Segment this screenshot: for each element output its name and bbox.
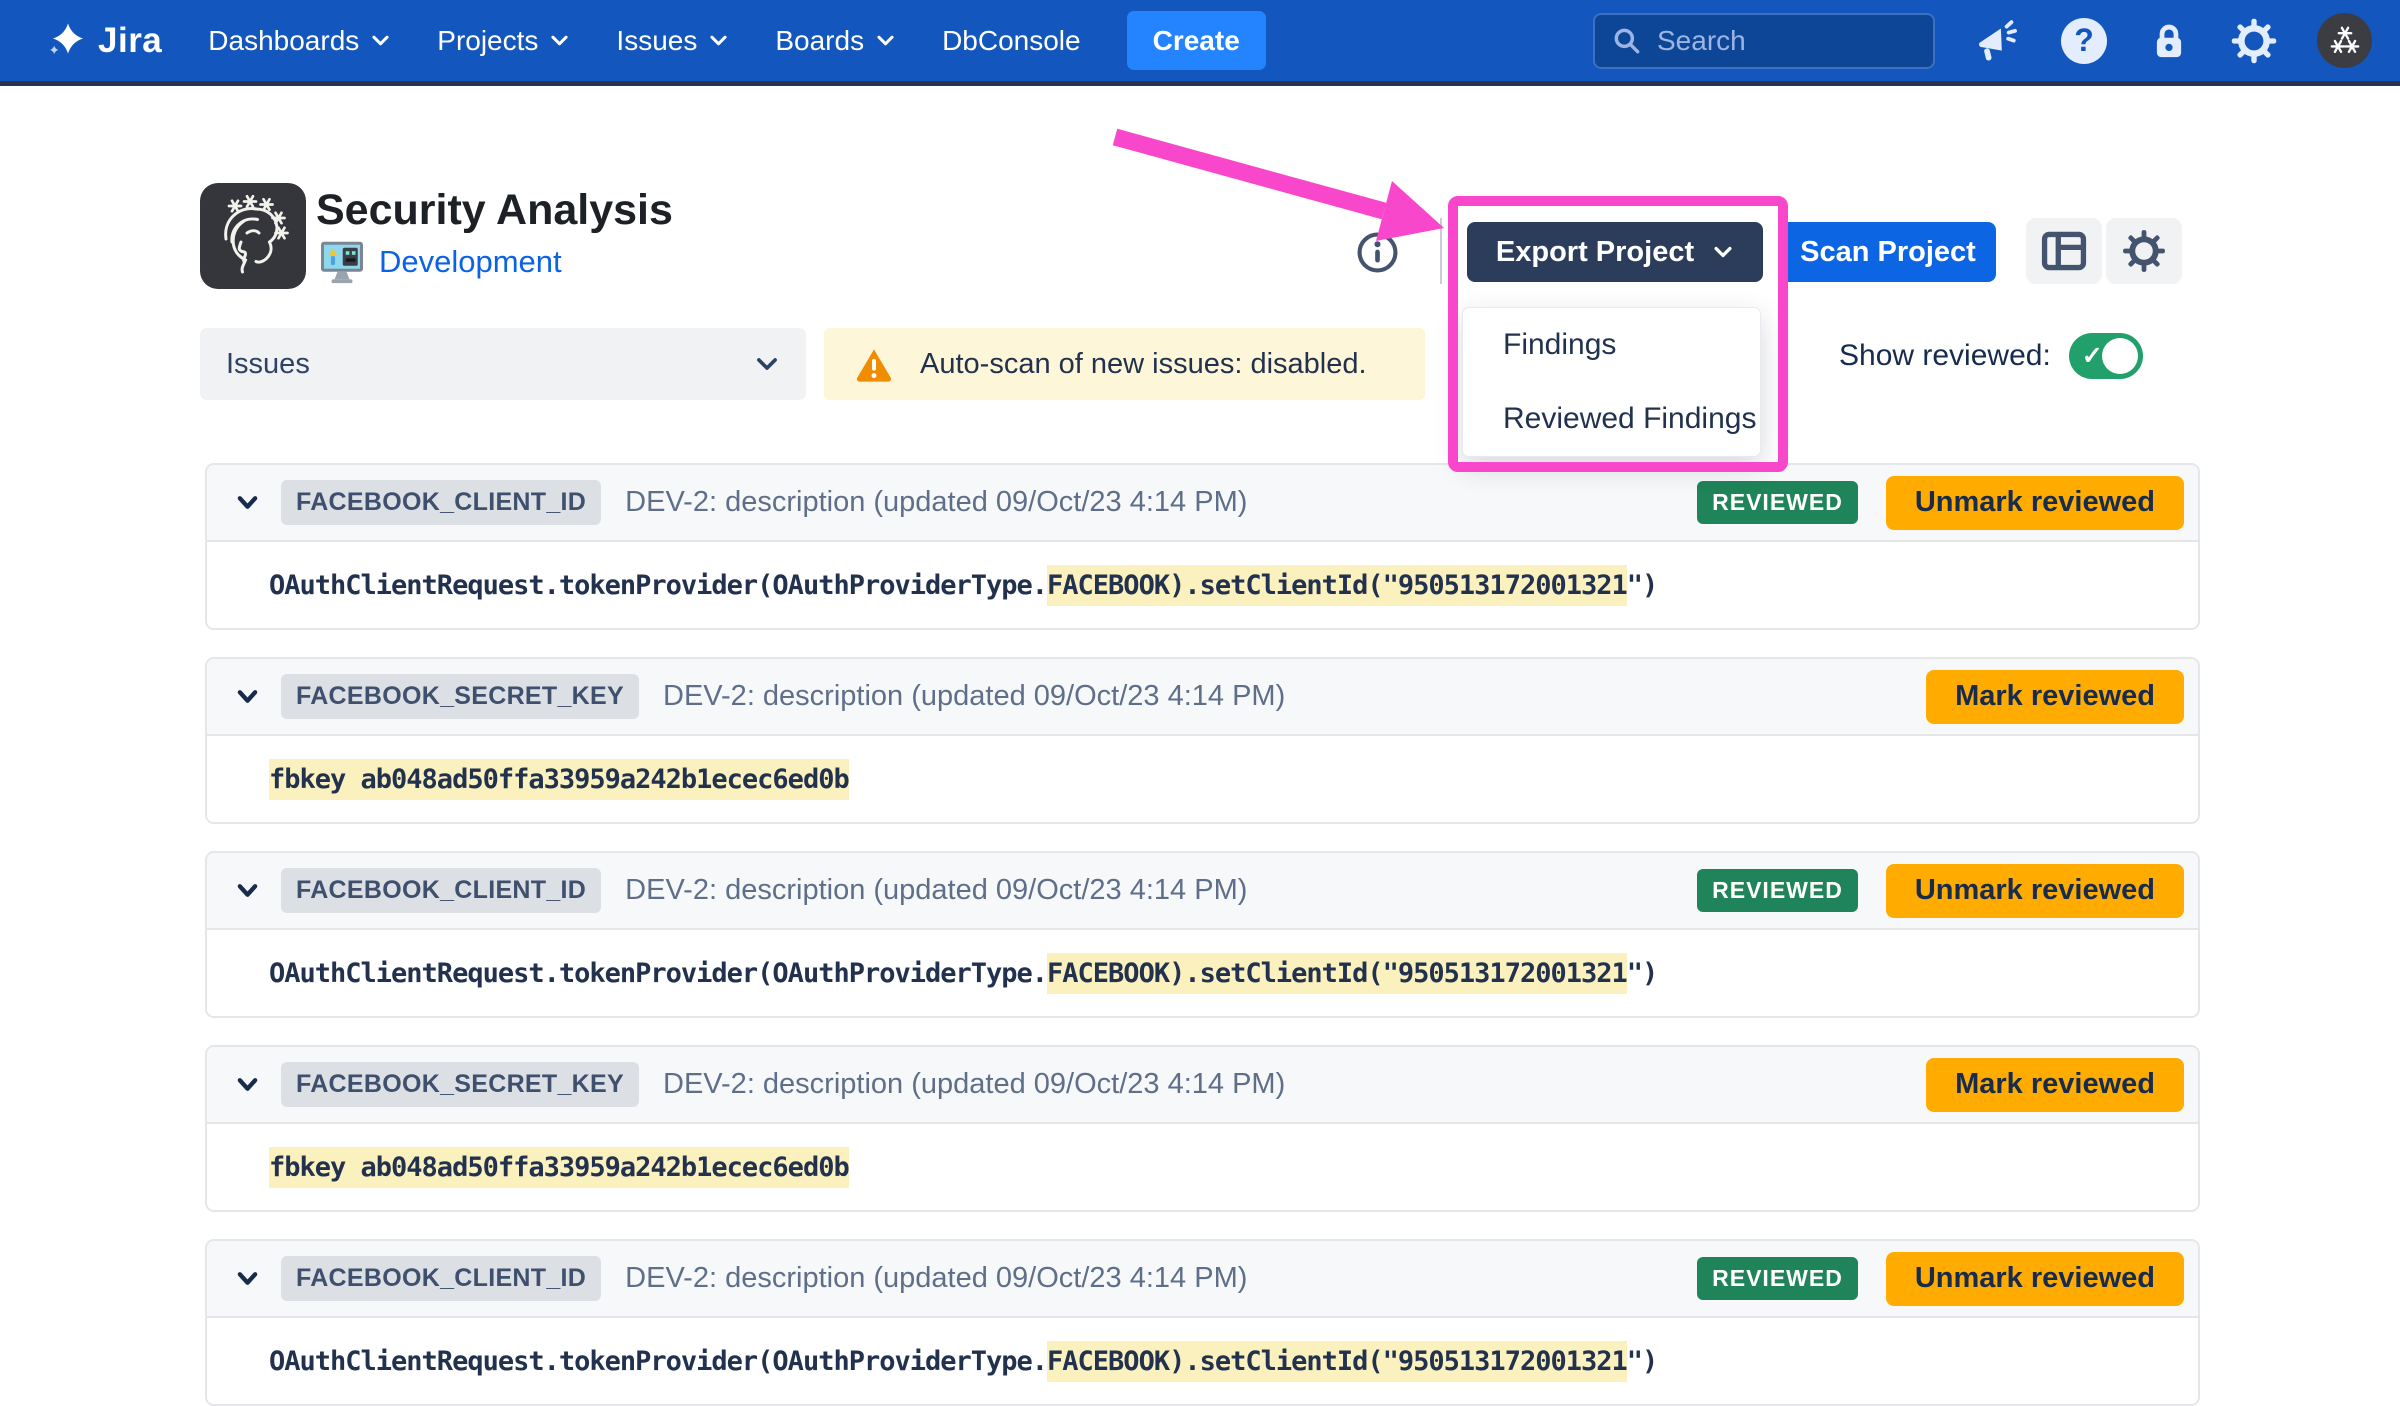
show-reviewed-label: Show reviewed: — [1839, 339, 2051, 373]
secret-highlight: fbkey ab048ad50ffa33959a242b1ecec6ed0b — [269, 1147, 849, 1188]
main-content: Security Analysis Development Export Pro… — [0, 0, 2400, 1400]
nav-issues[interactable]: Issues — [616, 25, 729, 57]
finding-body: fbkey ab048ad50ffa33959a242b1ecec6ed0b — [207, 736, 2198, 822]
unmark-reviewed-button[interactable]: Unmark reviewed — [1886, 476, 2184, 530]
chevron-down-icon[interactable] — [234, 1071, 261, 1098]
menu-item-findings[interactable]: Findings — [1463, 308, 1760, 382]
finding-header[interactable]: FACEBOOK_CLIENT_ID DEV-2: description (u… — [207, 465, 2198, 542]
menu-item-reviewed-findings[interactable]: Reviewed Findings — [1463, 382, 1760, 456]
search-icon — [1611, 25, 1643, 57]
unmark-reviewed-button[interactable]: Unmark reviewed — [1886, 864, 2184, 918]
toggle-knob — [2102, 338, 2138, 374]
finding-description: DEV-2: description (updated 09/Oct/23 4:… — [625, 874, 1677, 907]
chevron-down-icon[interactable] — [234, 683, 261, 710]
finding-body: fbkey ab048ad50ffa33959a242b1ecec6ed0b — [207, 1124, 2198, 1210]
finding-card: FACEBOOK_CLIENT_ID DEV-2: description (u… — [205, 851, 2200, 1018]
finding-description: DEV-2: description (updated 09/Oct/23 4:… — [625, 486, 1677, 519]
finding-code: OAuthClientRequest.tokenProvider(OAuthPr… — [269, 570, 1657, 601]
brand-text: Jira — [98, 21, 162, 61]
gear-icon[interactable] — [2231, 18, 2277, 64]
finding-description: DEV-2: description (updated 09/Oct/23 4:… — [663, 680, 1906, 713]
issues-filter-dropdown[interactable]: Issues — [200, 328, 806, 400]
finding-code: fbkey ab048ad50ffa33959a242b1ecec6ed0b — [269, 764, 849, 795]
show-reviewed-toggle[interactable]: ✓ — [2069, 333, 2143, 379]
finding-header[interactable]: FACEBOOK_CLIENT_ID DEV-2: description (u… — [207, 1241, 2198, 1318]
mark-reviewed-button[interactable]: Mark reviewed — [1926, 670, 2184, 724]
finding-type-tag: FACEBOOK_CLIENT_ID — [281, 868, 601, 913]
chevron-down-icon — [708, 30, 729, 51]
page-title: Security Analysis — [316, 186, 673, 235]
help-icon[interactable]: ? — [2061, 18, 2107, 64]
top-navigation: Jira Dashboards Projects Issues Boards D… — [0, 0, 2400, 86]
info-icon[interactable] — [1356, 231, 1399, 279]
chevron-down-icon[interactable] — [234, 489, 261, 516]
finding-code: OAuthClientRequest.tokenProvider(OAuthPr… — [269, 958, 1657, 989]
autoscan-warning: Auto-scan of new issues: disabled. — [824, 328, 1425, 400]
finding-header[interactable]: FACEBOOK_SECRET_KEY DEV-2: description (… — [207, 659, 2198, 736]
nav-dashboards[interactable]: Dashboards — [208, 25, 391, 57]
project-settings-button[interactable] — [2106, 218, 2182, 284]
layout-panel-icon — [2041, 231, 2087, 271]
chevron-down-icon — [754, 351, 780, 377]
warning-icon — [854, 344, 894, 384]
gear-icon — [2122, 229, 2166, 273]
secret-highlight: FACEBOOK).setClientId("950513172001321 — [1047, 953, 1627, 994]
search-box[interactable] — [1593, 13, 1935, 69]
finding-body: OAuthClientRequest.tokenProvider(OAuthPr… — [207, 930, 2198, 1016]
finding-type-tag: FACEBOOK_SECRET_KEY — [281, 1062, 639, 1107]
warning-text: Auto-scan of new issues: disabled. — [920, 348, 1367, 381]
project-link[interactable]: Development — [379, 244, 562, 280]
finding-description: DEV-2: description (updated 09/Oct/23 4:… — [663, 1068, 1906, 1101]
chevron-down-icon — [549, 30, 570, 51]
chevron-down-icon — [1712, 241, 1734, 263]
finding-type-tag: FACEBOOK_CLIENT_ID — [281, 1256, 601, 1301]
create-button[interactable]: Create — [1127, 11, 1266, 70]
scan-project-button[interactable]: Scan Project — [1780, 222, 1996, 282]
finding-card: FACEBOOK_CLIENT_ID DEV-2: description (u… — [205, 463, 2200, 630]
chevron-down-icon — [875, 30, 896, 51]
finding-code: OAuthClientRequest.tokenProvider(OAuthPr… — [269, 1346, 1657, 1377]
nav-projects[interactable]: Projects — [437, 25, 570, 57]
finding-body: OAuthClientRequest.tokenProvider(OAuthPr… — [207, 1318, 2198, 1404]
finding-code: fbkey ab048ad50ffa33959a242b1ecec6ed0b — [269, 1152, 849, 1183]
export-project-button[interactable]: Export Project — [1467, 222, 1763, 282]
secret-highlight: FACEBOOK).setClientId("950513172001321 — [1047, 565, 1627, 606]
nav-dbconsole[interactable]: DbConsole — [942, 25, 1081, 57]
nav-boards[interactable]: Boards — [775, 25, 896, 57]
finding-header[interactable]: FACEBOOK_SECRET_KEY DEV-2: description (… — [207, 1047, 2198, 1124]
detail-view-button[interactable] — [2026, 218, 2102, 284]
chevron-down-icon[interactable] — [234, 877, 261, 904]
search-input[interactable] — [1655, 24, 1917, 58]
jira-logo-icon — [48, 21, 88, 61]
jira-logo[interactable]: Jira — [48, 21, 162, 61]
user-avatar[interactable] — [2317, 13, 2372, 68]
lock-icon[interactable] — [2147, 19, 2191, 63]
finding-type-tag: FACEBOOK_SECRET_KEY — [281, 674, 639, 719]
finding-type-tag: FACEBOOK_CLIENT_ID — [281, 480, 601, 525]
reviewed-badge: REVIEWED — [1697, 1257, 1858, 1300]
reviewed-badge: REVIEWED — [1697, 869, 1858, 912]
finding-body: OAuthClientRequest.tokenProvider(OAuthPr… — [207, 542, 2198, 628]
unmark-reviewed-button[interactable]: Unmark reviewed — [1886, 1252, 2184, 1306]
findings-list: FACEBOOK_CLIENT_ID DEV-2: description (u… — [205, 463, 2200, 1406]
finding-header[interactable]: FACEBOOK_CLIENT_ID DEV-2: description (u… — [207, 853, 2198, 930]
check-icon: ✓ — [2082, 341, 2103, 371]
reviewed-badge: REVIEWED — [1697, 481, 1858, 524]
secret-highlight: fbkey ab048ad50ffa33959a242b1ecec6ed0b — [269, 759, 849, 800]
header-divider — [1440, 218, 1442, 284]
mark-reviewed-button[interactable]: Mark reviewed — [1926, 1058, 2184, 1112]
finding-card: FACEBOOK_CLIENT_ID DEV-2: description (u… — [205, 1239, 2200, 1406]
announcements-icon[interactable] — [1975, 18, 2021, 64]
project-avatar — [200, 183, 306, 289]
chevron-down-icon[interactable] — [234, 1265, 261, 1292]
finding-description: DEV-2: description (updated 09/Oct/23 4:… — [625, 1262, 1677, 1295]
finding-card: FACEBOOK_SECRET_KEY DEV-2: description (… — [205, 657, 2200, 824]
chevron-down-icon — [370, 30, 391, 51]
finding-card: FACEBOOK_SECRET_KEY DEV-2: description (… — [205, 1045, 2200, 1212]
export-dropdown-menu: Findings Reviewed Findings — [1462, 307, 1761, 457]
project-category-icon — [318, 238, 366, 286]
secret-highlight: FACEBOOK).setClientId("950513172001321 — [1047, 1341, 1627, 1382]
